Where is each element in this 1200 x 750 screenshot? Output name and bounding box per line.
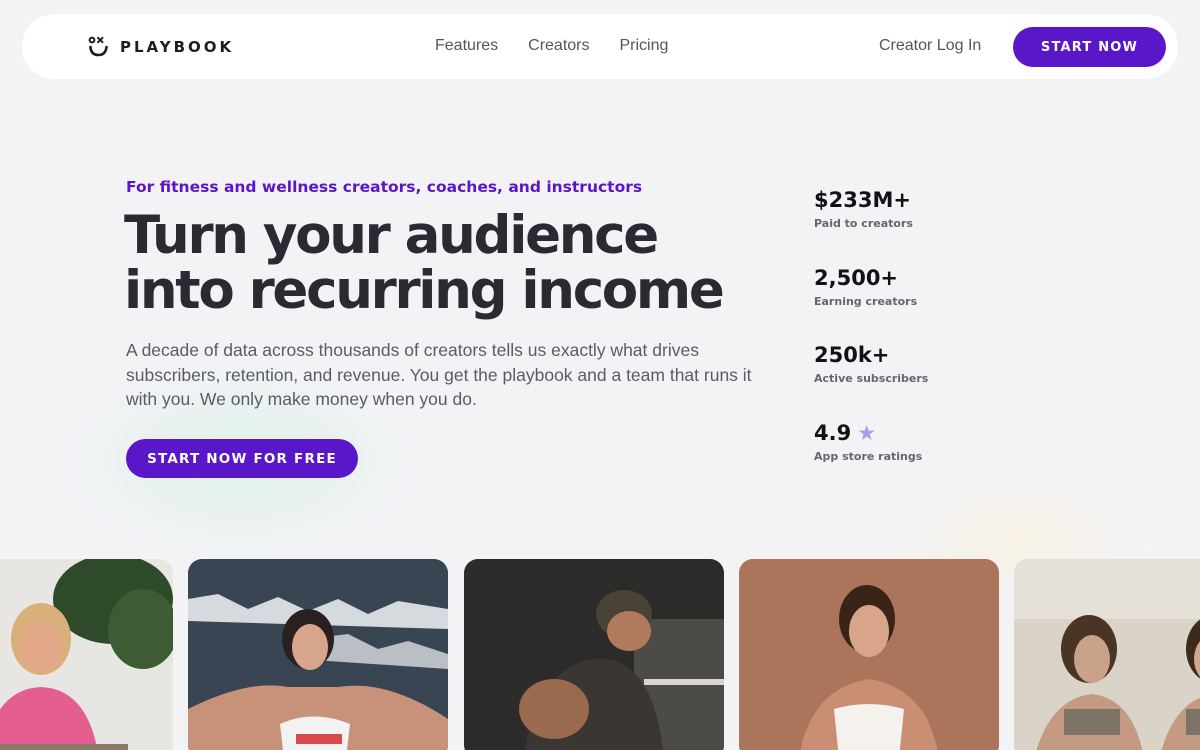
creator-photo-3 (464, 559, 724, 750)
creator-photo-1 (0, 559, 173, 750)
nav-links: Features Creators Pricing (435, 37, 668, 55)
stat-label: App store ratings (814, 450, 923, 463)
headline-line-1: Turn your audience (124, 205, 659, 266)
headline-line-2: into recurring income (124, 260, 725, 321)
stat-creators: 2,500+ Earning creators (814, 266, 1014, 308)
hero-eyebrow: For fitness and wellness creators, coach… (126, 178, 643, 196)
stat-value: 2,500+ (814, 266, 1014, 290)
stat-number: $233M+ (814, 188, 911, 212)
star-icon: ★ (857, 421, 877, 445)
stat-label: Earning creators (814, 295, 918, 308)
nav-link-pricing[interactable]: Pricing (620, 37, 669, 55)
creator-photo-2 (188, 559, 448, 750)
start-now-button[interactable]: START NOW (1013, 27, 1166, 67)
brand-name: PLAYBOOK (120, 38, 235, 56)
smile-x-icon (88, 36, 108, 57)
hero-subcopy: A decade of data across thousands of cre… (126, 340, 752, 409)
creator-photo-5 (1014, 559, 1200, 750)
nav-link-creators[interactable]: Creators (528, 37, 589, 55)
brand-logo[interactable]: PLAYBOOK (88, 36, 234, 58)
stat-rating: 4.9 ★ App store ratings (814, 421, 1014, 463)
stat-number: 4.9 (814, 421, 852, 445)
creator-login-link[interactable]: Creator Log In (879, 37, 981, 55)
nav-link-features[interactable]: Features (435, 37, 498, 55)
landing-page: PLAYBOOK Features Creators Pricing Creat… (0, 0, 1200, 750)
stat-number: 250k+ (814, 343, 890, 367)
stat-label: Paid to creators (814, 217, 913, 230)
start-free-button[interactable]: START NOW FOR FREE (126, 439, 358, 478)
stat-subscribers: 250k+ Active subscribers (814, 343, 1014, 385)
stat-label: Active subscribers (814, 372, 929, 385)
hero-headline: Turn your audience into recurring income (124, 208, 764, 318)
stat-value: $233M+ (814, 188, 1014, 212)
top-nav: PLAYBOOK Features Creators Pricing Creat… (22, 14, 1178, 79)
stat-paid: $233M+ Paid to creators (814, 188, 1014, 230)
stat-value: 4.9 ★ (814, 421, 1014, 445)
stat-value: 250k+ (814, 343, 1014, 367)
stat-number: 2,500+ (814, 266, 899, 290)
creator-photo-4 (739, 559, 999, 750)
